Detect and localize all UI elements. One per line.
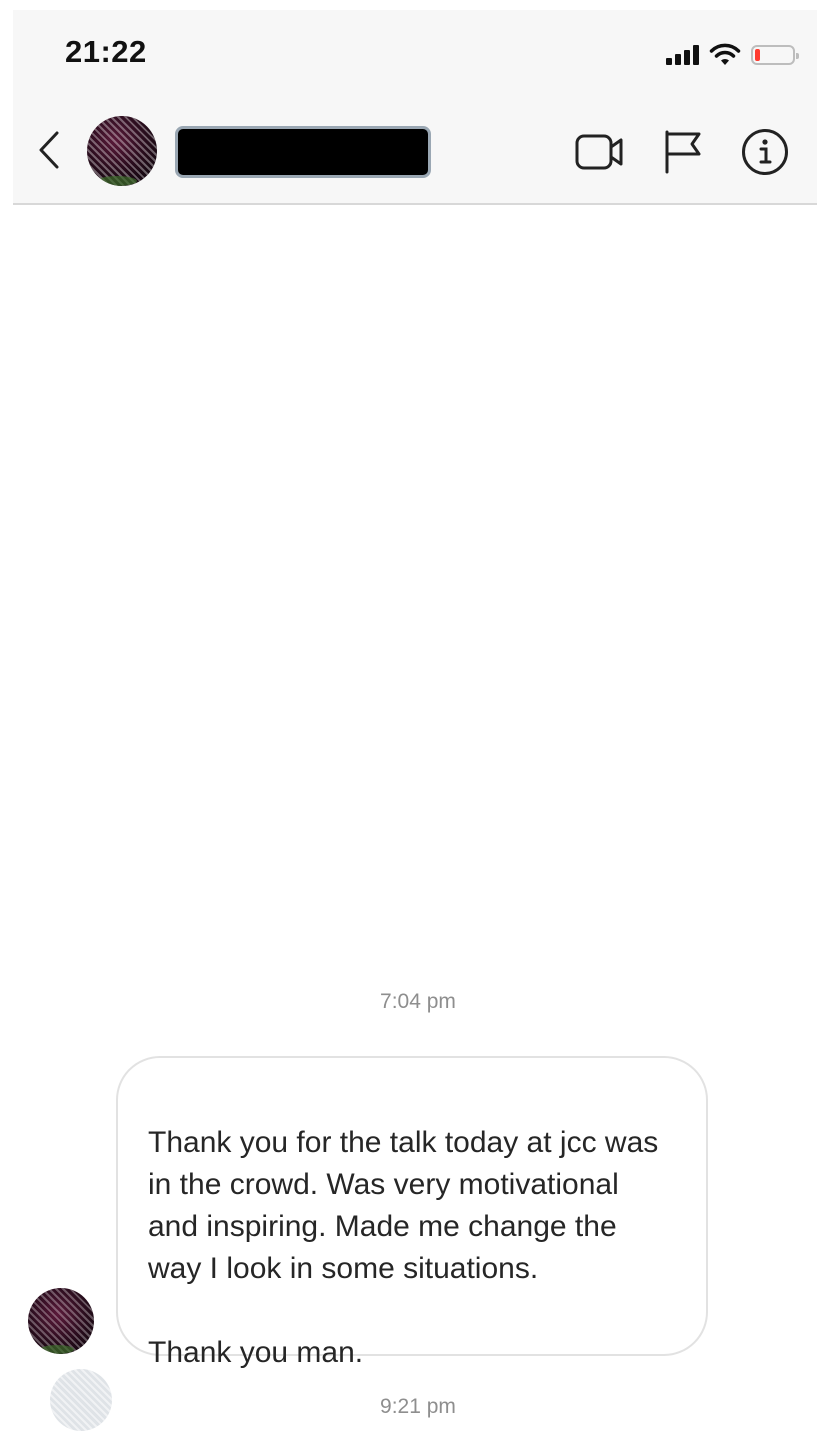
contact-name-redacted[interactable] (175, 126, 431, 178)
message-text: Thank you for the talk today at jcc was … (148, 1126, 659, 1285)
header-actions (575, 128, 789, 176)
status-indicators (666, 40, 799, 70)
direct-message-screen: 21:22 7:04 pm Thank you for the talk tod… (0, 0, 836, 1448)
video-call-button[interactable] (575, 132, 625, 172)
wifi-icon (709, 43, 741, 65)
message-timestamp: 7:04 pm (380, 990, 456, 1013)
report-button[interactable] (663, 130, 703, 174)
back-button[interactable] (31, 128, 67, 172)
battery-level (755, 49, 760, 61)
sender-avatar[interactable] (28, 1288, 94, 1354)
signal-icon (666, 45, 699, 65)
chat-header (13, 114, 817, 190)
message-timestamp: 9:21 pm (380, 1395, 456, 1418)
flag-icon (665, 130, 701, 174)
chevron-left-icon (39, 131, 59, 169)
video-camera-icon (575, 134, 623, 170)
info-icon (742, 129, 788, 175)
message-text-closing: Thank you man. (148, 1336, 364, 1369)
contact-avatar[interactable] (87, 116, 157, 186)
info-button[interactable] (741, 128, 789, 176)
received-message-bubble[interactable]: Thank you for the talk today at jcc was … (116, 1056, 708, 1369)
battery-icon (751, 45, 799, 65)
top-panel: 21:22 (13, 10, 817, 205)
status-time: 21:22 (65, 34, 147, 69)
